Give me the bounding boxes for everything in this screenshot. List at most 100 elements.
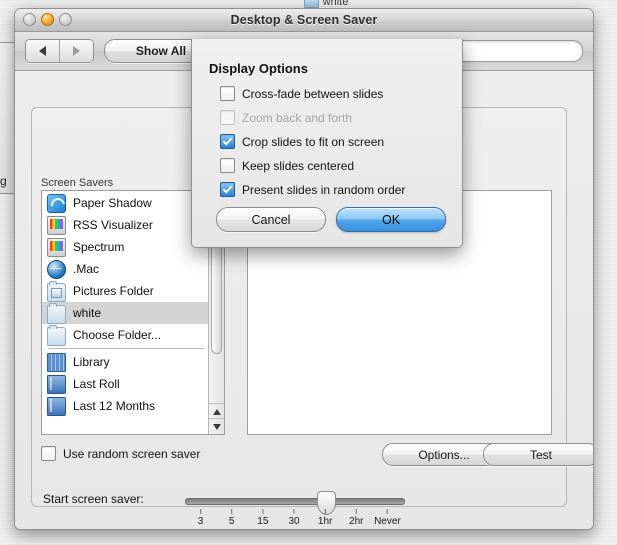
navigation-buttons <box>25 39 94 63</box>
tick-mark <box>355 509 357 514</box>
screen-saver-item[interactable]: Last 12 Months <box>42 395 208 417</box>
sheet-option-label: Present slides in random order <box>242 182 406 197</box>
triangle-down-icon <box>212 423 221 430</box>
screen-saver-item[interactable]: Choose Folder... <box>42 324 208 346</box>
start-screen-saver-label: Start screen saver: <box>43 492 144 506</box>
folder-icon <box>47 302 66 324</box>
sheet-option-row[interactable]: Present slides in random order <box>220 182 405 197</box>
sheet-option-checkbox <box>220 110 235 125</box>
window-title: Desktop & Screen Saver <box>230 13 378 27</box>
slider-tick: Never <box>374 509 401 527</box>
tick-label: 3 <box>197 516 204 527</box>
screen-saver-item-label: white <box>73 306 102 320</box>
slider-tick: 30 <box>288 509 300 527</box>
window-controls <box>23 13 72 26</box>
screen-saver-item[interactable]: Spectrum <box>42 236 208 258</box>
library-icon <box>47 352 66 372</box>
screen-saver-item[interactable]: Library <box>42 351 208 373</box>
screen-saver-item-label: Paper Shadow <box>73 196 152 210</box>
background-window-left-text: g <box>0 174 7 188</box>
sheet-option-checkbox[interactable] <box>220 158 235 173</box>
sheet-button-row: Cancel OK <box>216 207 446 232</box>
tick-label: Never <box>374 516 401 527</box>
tick-mark <box>324 509 326 514</box>
slider-tick: 5 <box>228 509 235 527</box>
screen-saver-item-label: Library <box>73 355 110 369</box>
scroll-up-button[interactable] <box>209 403 224 419</box>
start-screen-saver-slider[interactable] <box>185 498 405 505</box>
screen-saver-item-label: Last 12 Months <box>73 399 156 413</box>
use-random-screen-saver-label: Use random screen saver <box>63 446 201 461</box>
tick-label: 15 <box>257 516 269 527</box>
sheet-option-row[interactable]: Keep slides centered <box>220 158 354 173</box>
screen-savers-label: Screen Savers <box>41 177 114 189</box>
monitor-icon <box>47 215 66 235</box>
screen-saver-item-label: Choose Folder... <box>73 328 162 342</box>
forward-button[interactable] <box>59 40 93 62</box>
sheet-option-label: Zoom back and forth <box>242 110 353 125</box>
screen-saver-item-label: .Mac <box>73 262 100 276</box>
display-options-sheet: Display Options Cross-fade between slide… <box>191 39 463 248</box>
album-icon <box>47 374 66 394</box>
screen-saver-list-items: Paper Shadow RSS Visualizer Spectrum .Mac Pi… <box>42 191 208 434</box>
sheet-option-row[interactable]: Cross-fade between slides <box>220 86 383 101</box>
slider-tick: 1hr <box>318 509 332 527</box>
tick-mark <box>262 509 264 514</box>
triangle-right-icon <box>73 46 80 56</box>
tick-mark <box>231 509 233 514</box>
screen-saver-item[interactable]: Paper Shadow <box>42 192 208 214</box>
sheet-option-label: Keep slides centered <box>242 158 355 173</box>
sheet-option-row: Zoom back and forth <box>220 110 352 125</box>
triangle-up-icon <box>212 408 221 415</box>
system-preferences-window: Desktop & Screen Saver Show All Desktop … <box>14 8 594 530</box>
screen-saver-item-label: Pictures Folder <box>73 284 154 298</box>
dotmac-globe-icon <box>47 259 66 279</box>
ok-button[interactable]: OK <box>336 207 446 232</box>
screen-saver-item-label: RSS Visualizer <box>73 218 153 232</box>
tick-label: 2hr <box>349 516 364 527</box>
slider-tick: 2hr <box>349 509 364 527</box>
screen-saver-item[interactable]: Last Roll <box>42 373 208 395</box>
screen-saver-item[interactable]: RSS Visualizer <box>42 214 208 236</box>
list-separator <box>48 348 204 349</box>
back-button[interactable] <box>26 40 59 62</box>
tick-label: 1hr <box>317 516 333 527</box>
close-button[interactable] <box>23 13 36 26</box>
sheet-option-checkbox[interactable] <box>220 134 235 149</box>
folder-icon <box>47 324 66 346</box>
folder-icon <box>303 0 319 8</box>
test-button[interactable]: Test <box>483 443 593 466</box>
slider-tick: 3 <box>197 509 204 527</box>
triangle-left-icon <box>39 46 46 56</box>
pictures-folder-icon <box>47 280 66 302</box>
paper-shadow-icon <box>47 193 66 213</box>
scroll-down-button[interactable] <box>209 418 224 434</box>
screen-saver-item[interactable]: white <box>42 302 208 324</box>
window-titlebar[interactable]: Desktop & Screen Saver <box>15 9 593 32</box>
screen-saver-item[interactable]: Pictures Folder <box>42 280 208 302</box>
tick-label: 30 <box>288 516 300 527</box>
screen-saver-item[interactable]: .Mac <box>42 258 208 280</box>
tick-mark <box>386 509 388 514</box>
sheet-title: Display Options <box>209 61 308 76</box>
tick-mark <box>293 509 295 514</box>
sheet-option-label: Cross-fade between slides <box>242 86 384 101</box>
use-random-screen-saver-row[interactable]: Use random screen saver <box>41 446 200 461</box>
screen-saver-item-label: Spectrum <box>73 240 125 254</box>
sheet-option-checkbox[interactable] <box>220 86 235 101</box>
sheet-option-row[interactable]: Crop slides to fit on screen <box>220 134 384 149</box>
minimize-button[interactable] <box>41 13 54 26</box>
slider-tick: 15 <box>257 509 268 527</box>
zoom-button[interactable] <box>59 13 72 26</box>
sheet-option-label: Crop slides to fit on screen <box>242 134 385 149</box>
screen-saver-item-label: Last Roll <box>73 377 120 391</box>
slider-tick-labels: 3 5 15 30 1hr 2hr Never <box>185 509 403 529</box>
album-icon <box>47 396 66 416</box>
monitor-icon <box>47 237 66 257</box>
background-finder-window-title[interactable]: white <box>236 0 416 8</box>
tick-mark <box>200 509 202 514</box>
use-random-screen-saver-checkbox[interactable] <box>41 446 56 461</box>
tick-label: 5 <box>228 516 235 527</box>
cancel-button[interactable]: Cancel <box>216 207 326 232</box>
sheet-option-checkbox[interactable] <box>220 182 235 197</box>
